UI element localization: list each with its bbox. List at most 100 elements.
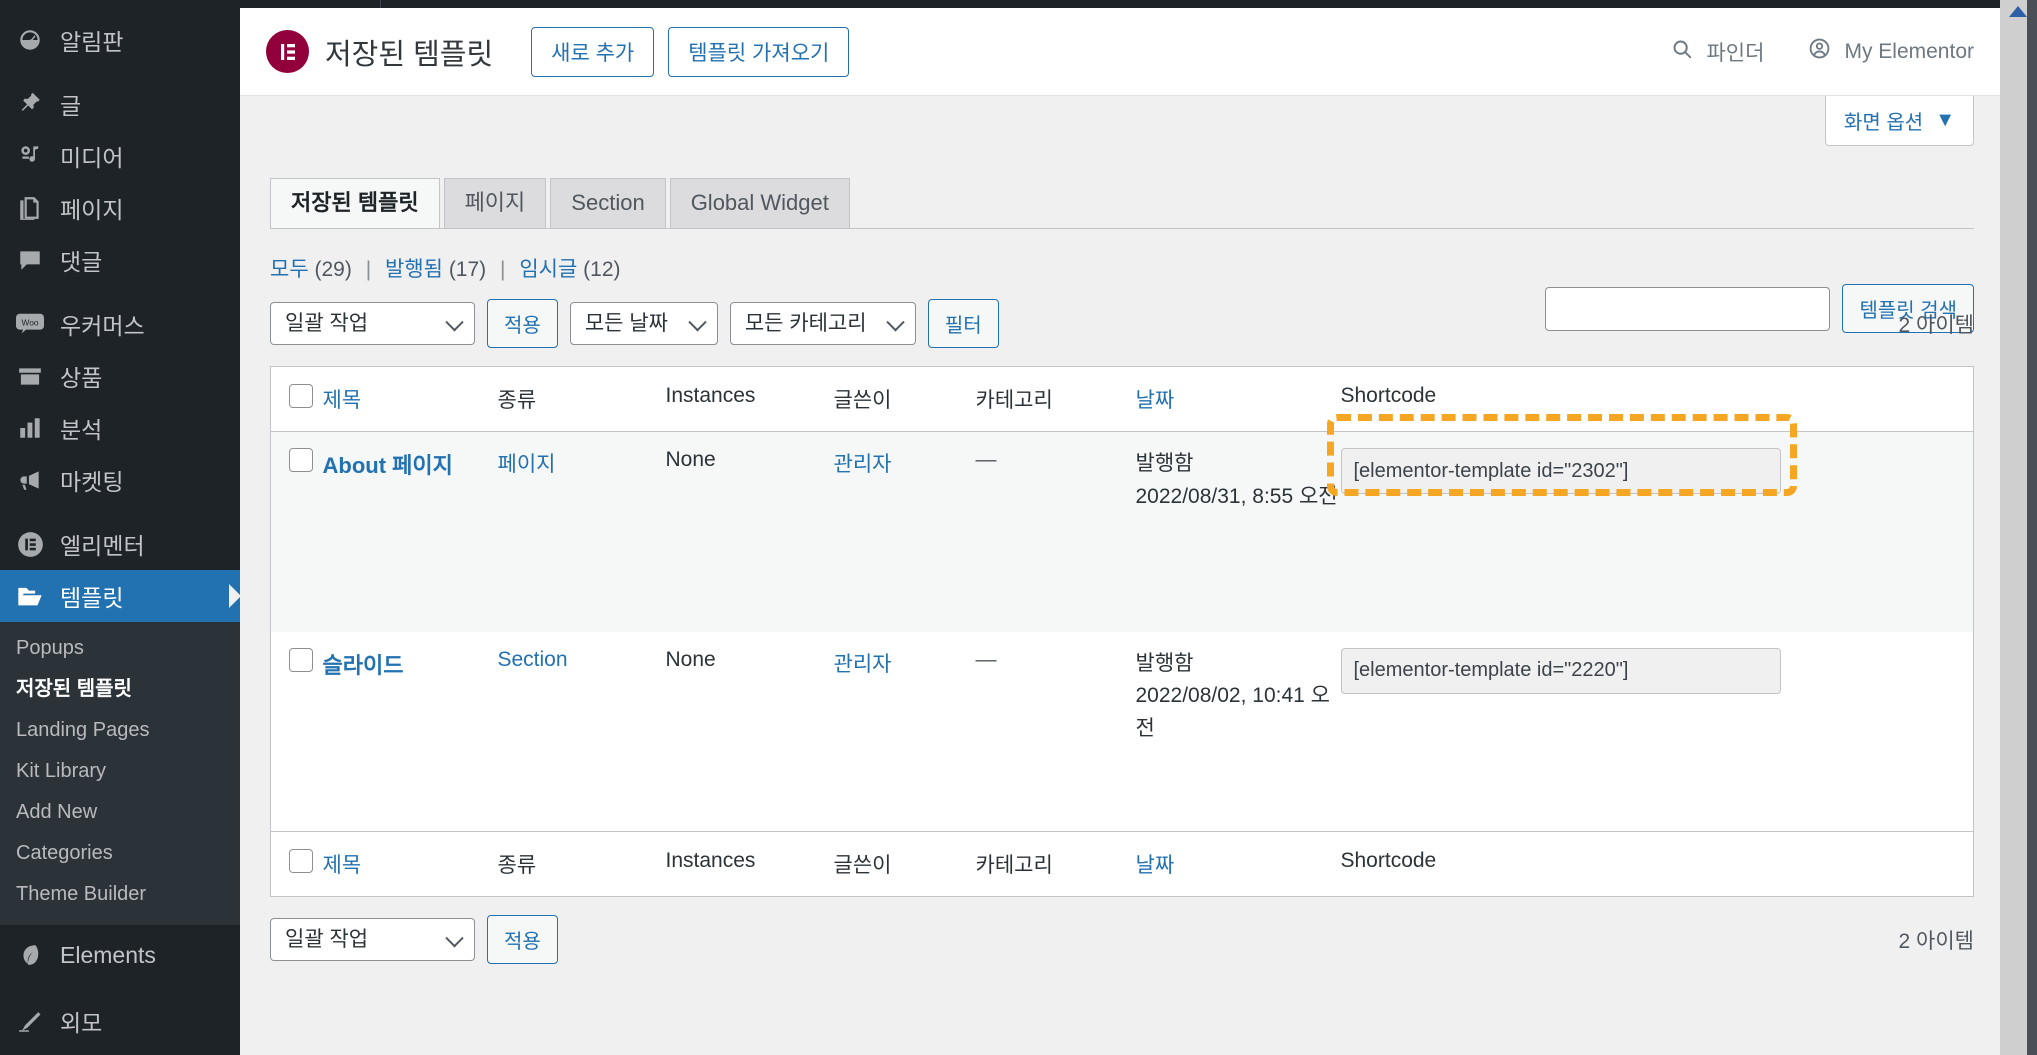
status-filter-published[interactable]: 발행됨 (17) <box>385 258 492 281</box>
column-header-type: 종류 <box>498 367 666 432</box>
filter-button[interactable]: 필터 <box>928 299 999 348</box>
shortcode-field[interactable] <box>1341 448 1781 494</box>
select-all-header[interactable] <box>271 367 323 432</box>
submenu-item-saved-templates[interactable]: 저장된 템플릿 <box>0 669 240 710</box>
displaying-num-top: 2 아이템 <box>1899 309 1974 339</box>
category-filter-select[interactable]: 모든 카테고리 <box>730 302 916 345</box>
template-author-link[interactable]: 관리자 <box>834 453 892 476</box>
sidebar-item-comments[interactable]: 댓글 <box>0 234 240 286</box>
status-filter-published-count: (17) <box>449 258 486 281</box>
column-header-title[interactable]: 제목 <box>323 367 498 432</box>
row-shortcode-cell[interactable] <box>1341 632 1974 832</box>
sidebar-item-marketing[interactable]: 마켓팅 <box>0 454 240 506</box>
submenu-item-kit-library[interactable]: Kit Library <box>0 751 240 792</box>
sidebar-item-elements[interactable]: Elements <box>0 929 240 981</box>
tablenav-top[interactable]: 일괄 작업 적용 모든 날짜 모든 카테고리 필터 2 아이템 <box>270 299 2002 348</box>
row-title-cell[interactable]: 슬라이드 <box>323 632 498 832</box>
sidebar-item-appearance[interactable]: 외모 <box>0 995 240 1047</box>
select-all-checkbox[interactable] <box>289 384 313 408</box>
screen-options-button[interactable]: 화면 옵션 ▼ <box>1825 96 1974 146</box>
template-type-tabs[interactable]: 저장된 템플릿 페이지 Section Global Widget <box>270 180 2002 228</box>
status-filter-all[interactable]: 모두 (29) <box>270 258 358 281</box>
tab-section[interactable]: Section <box>550 178 665 228</box>
tab-global-widget[interactable]: Global Widget <box>670 178 850 228</box>
my-elementor-link[interactable]: My Elementor <box>1808 37 1974 66</box>
submenu-item-theme-builder[interactable]: Theme Builder <box>0 874 240 915</box>
apply-bulk-action-button[interactable]: 적용 <box>487 299 558 348</box>
tab-pages[interactable]: 페이지 <box>444 178 547 228</box>
sidebar-item-products[interactable]: 상품 <box>0 350 240 402</box>
sidebar-item-dashboard[interactable]: 알림판 <box>0 14 240 66</box>
category-filter-select-wrap[interactable]: 모든 카테고리 <box>730 302 916 345</box>
select-all-checkbox-footer[interactable] <box>289 849 313 873</box>
row-title-cell[interactable]: About 페이지 <box>323 432 498 632</box>
table-row[interactable]: 슬라이드 Section None 관리자 — 발행함 2022/08/02, … <box>271 632 1974 832</box>
row-checkbox[interactable] <box>289 648 313 672</box>
add-new-button[interactable]: 새로 추가 <box>531 27 654 77</box>
table-row[interactable]: About 페이지 페이지 None 관리자 — 발행함 2022/08/31,… <box>271 432 1974 632</box>
scroll-up-arrow-icon[interactable] <box>2009 6 2027 17</box>
account-icon <box>1808 37 1831 66</box>
template-author-link[interactable]: 관리자 <box>834 653 892 676</box>
submenu-item-landing-pages[interactable]: Landing Pages <box>0 710 240 751</box>
column-footer-title-link[interactable]: 제목 <box>323 854 362 877</box>
sidebar-item-media[interactable]: 미디어 <box>0 130 240 182</box>
import-templates-button[interactable]: 템플릿 가져오기 <box>668 27 849 77</box>
submenu-item-categories[interactable]: Categories <box>0 833 240 874</box>
row-author-cell[interactable]: 관리자 <box>834 632 976 832</box>
sidebar-item-posts[interactable]: 글 <box>0 78 240 130</box>
status-filter-all-count: (29) <box>314 258 351 281</box>
template-type-link[interactable]: 페이지 <box>498 453 556 476</box>
submenu-item-popups[interactable]: Popups <box>0 628 240 669</box>
column-header-date[interactable]: 날짜 <box>1136 367 1341 432</box>
templates-submenu[interactable]: Popups 저장된 템플릿 Landing Pages Kit Library… <box>0 622 240 925</box>
column-header-title-link[interactable]: 제목 <box>323 389 362 412</box>
status-filter-draft[interactable]: 임시글 (12) <box>519 258 620 281</box>
bulk-action-select[interactable]: 일괄 작업 <box>270 302 475 345</box>
row-checkbox-cell[interactable] <box>271 432 323 632</box>
tablenav-bottom[interactable]: 일괄 작업 적용 2 아이템 <box>270 915 2002 964</box>
page-scrollbar[interactable] <box>2000 0 2037 1055</box>
row-date-cell: 발행함 2022/08/31, 8:55 오전 <box>1136 432 1341 632</box>
table-body: About 페이지 페이지 None 관리자 — 발행함 2022/08/31,… <box>271 432 1974 832</box>
sidebar-item-woocommerce[interactable]: Woo 우커머스 <box>0 298 240 350</box>
pin-icon <box>16 90 44 118</box>
row-type-cell[interactable]: Section <box>498 632 666 832</box>
submenu-item-add-new[interactable]: Add New <box>0 792 240 833</box>
tab-saved-templates[interactable]: 저장된 템플릿 <box>270 178 440 228</box>
date-filter-select[interactable]: 모든 날짜 <box>570 302 718 345</box>
column-footer-shortcode: Shortcode <box>1341 832 1974 897</box>
template-type-link[interactable]: Section <box>498 648 568 671</box>
template-title-link[interactable]: 슬라이드 <box>323 653 404 678</box>
row-checkbox-cell[interactable] <box>271 632 323 832</box>
row-shortcode-cell[interactable] <box>1341 432 1974 632</box>
admin-sidebar[interactable]: 알림판 글 미디어 페이지 댓글 <box>0 0 240 1055</box>
sidebar-item-elementor[interactable]: 엘리멘터 <box>0 518 240 570</box>
sidebar-item-label: 템플릿 <box>60 579 123 613</box>
bulk-action-select-wrap[interactable]: 일괄 작업 <box>270 302 475 345</box>
select-all-footer[interactable] <box>271 832 323 897</box>
finder-link[interactable]: 파인더 <box>1671 37 1764 67</box>
template-title-link[interactable]: About 페이지 <box>323 453 453 478</box>
sidebar-item-analytics[interactable]: 분석 <box>0 402 240 454</box>
sidebar-item-label: 댓글 <box>60 243 102 277</box>
column-footer-instances: Instances <box>666 832 834 897</box>
bulk-action-select-bottom[interactable]: 일괄 작업 <box>270 918 475 961</box>
column-footer-title[interactable]: 제목 <box>323 832 498 897</box>
column-footer-date-link[interactable]: 날짜 <box>1136 854 1175 877</box>
row-instances-cell: None <box>666 432 834 632</box>
status-filter-links[interactable]: 모두 (29) | 발행됨 (17) | 임시글 (12) <box>270 253 2002 283</box>
column-footer-date[interactable]: 날짜 <box>1136 832 1341 897</box>
date-filter-select-wrap[interactable]: 모든 날짜 <box>570 302 718 345</box>
row-author-cell[interactable]: 관리자 <box>834 432 976 632</box>
column-header-date-link[interactable]: 날짜 <box>1136 389 1175 412</box>
sidebar-item-pages[interactable]: 페이지 <box>0 182 240 234</box>
date-value: 2022/08/31, 8:55 오전 <box>1136 481 1341 514</box>
row-type-cell[interactable]: 페이지 <box>498 432 666 632</box>
shortcode-field[interactable] <box>1341 648 1781 694</box>
apply-bulk-action-button-bottom[interactable]: 적용 <box>487 915 558 964</box>
sidebar-item-templates[interactable]: 템플릿 <box>0 570 240 622</box>
row-date-cell: 발행함 2022/08/02, 10:41 오전 <box>1136 632 1341 832</box>
bulk-action-select-wrap-bottom[interactable]: 일괄 작업 <box>270 918 475 961</box>
row-checkbox[interactable] <box>289 448 313 472</box>
